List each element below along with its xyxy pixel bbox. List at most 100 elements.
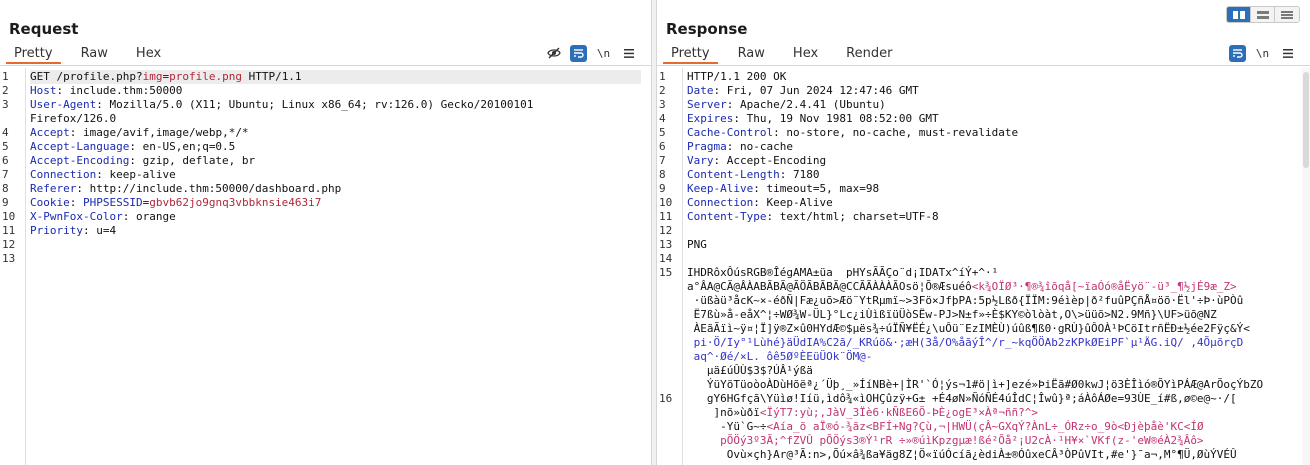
newline-toggle-icon[interactable]: \n [595,45,612,62]
code-text: pi·Ö/Iy°¹Lùhé}äÜdIA%C2ã/_KRúö&·;æH(3å/O%… [687,336,1244,349]
code-line[interactable]: ·üßàü³åcK~×-éðÑ|Fæ¿uõ>Æö¨YtRµmï~>3Fö×Jfþ… [687,294,1300,308]
code-line[interactable]: pÕÖý3º3Ã;^fZVÛ pÕÖýs3®Ý¹rR ÷»®úìKpzgµæ!ß… [687,434,1300,448]
request-tab-divider [0,65,651,66]
request-editor[interactable]: 1 2 3 4 5 6 7 8 9 10 11 12 13 GET /profile.php?img=p… [0,68,641,465]
code-line[interactable]: Vary: Accept-Encoding [687,154,1300,168]
header-key: Connection [687,196,754,209]
line-number: 4 [659,112,666,125]
header-key: Pragma [687,140,727,153]
code-line[interactable]: Date: Fri, 07 Jun 2024 12:47:46 GMT [687,84,1300,98]
code-text: a°ÂA@CÃ@ÂÀABÃBÃ@ÃÖÃBÃBÃ@CCÃÃÀÀÀÃOsö¦Õ®Æs… [687,280,972,293]
response-tab-divider [657,65,1310,66]
code-text: : Keep-Alive [753,196,833,209]
line-number: 7 [659,154,666,167]
line-number: 3 [2,98,9,111]
code-line[interactable]: PNG [687,238,1300,252]
wrap-icon[interactable] [570,44,587,62]
newline-toggle-icon[interactable]: \n [1254,45,1271,62]
code-line[interactable]: a°ÂA@CÃ@ÂÀABÃBÃ@ÃÖÃBÃBÃ@CCÃÃÀÀÀÃOsö¦Õ®Æs… [687,280,1300,294]
tab-hex[interactable]: Hex [779,44,832,64]
tab-render[interactable]: Render [832,44,906,64]
tab-pretty[interactable]: Pretty [0,44,67,64]
code-line[interactable]: aq^·Øé/×L. ôê5ØºÈEüÜOk¨ÖM@- [687,350,1300,364]
code-text: : [69,196,83,209]
code-line[interactable]: Referer: http://include.thm:50000/dashbo… [30,182,641,196]
line-number: 5 [659,126,666,139]
header-key: Priority [30,224,83,237]
code-text: ·üßàü³åcK~×-éðÑ|Fæ¿uõ>Æö¨YtRµmï~>3Fö×Jfþ… [687,294,1244,307]
split-horizontal-icon[interactable] [1227,7,1251,22]
code-line[interactable]: µä£úÛÙ$3$?ÚÂ¹ýßä [687,364,1300,378]
single-pane-icon[interactable] [1275,7,1299,22]
tab-pretty[interactable]: Pretty [657,44,724,64]
tab-hex[interactable]: Hex [122,44,175,64]
code-line[interactable]: Firefox/126.0 [30,112,641,126]
response-title: Response [666,20,748,38]
code-line[interactable]: pi·Ö/Iy°¹Lùhé}äÜdIA%C2ã/_KRúö&·;æH(3å/O%… [687,336,1300,350]
code-text: : http://include.thm:50000/dashboard.php [76,182,342,195]
code-line[interactable]: Pragma: no-cache [687,140,1300,154]
split-vertical-icon[interactable] [1251,7,1275,22]
code-line[interactable]: ÝüYõTüoòoÀDùHõëª¿´Üþ¸_»ÍíNBè+|ÌR'`Ó¦ýs¬1… [687,378,1300,392]
response-editor[interactable]: 1 2 3 4 5 6 7 8 9 10 11 12 13 14 15 16 HTTP/1.1 200 OK D… [657,68,1300,465]
code-line[interactable]: Accept-Language: en-US,en;q=0.5 [30,140,641,154]
code-line[interactable]: Priority: u=4 [30,224,641,238]
code-line[interactable]: ]nõ»ùðï<ÏýT7:yù;,JàV_3Ïè6·kÑßE6Õ-ÞÈ¿ogE³… [687,406,1300,420]
line-number: 2 [2,84,9,97]
line-number: 16 [659,392,673,405]
code-line[interactable]: GET /profile.php?img=profile.png HTTP/1.… [30,70,641,84]
line-number: 9 [659,182,666,195]
code-line[interactable]: Ë7ßù»å-eåX^¦÷WØ¾W-ÜL}°Lc¿iÙìßïüÜòSËw-PJ>… [687,308,1300,322]
tab-raw[interactable]: Raw [67,44,122,64]
request-toolbar: \n [545,44,637,62]
code-line[interactable]: gY6HGfçã\Yüìø!Iíü,ìdô¾«ìOHÇûzÿ+G± +É4øN»… [687,392,1300,406]
code-text: GET /profile.php? [30,70,143,83]
code-line[interactable]: Ovù×çh}Ar@³Ã:n>,Õú×â¾ßa¥äg8Z¦Ö«ïúÓcíã¿èd… [687,448,1300,462]
line-number: 4 [2,126,9,139]
code-line[interactable]: Accept-Encoding: gzip, deflate, br [30,154,641,168]
code-line[interactable]: IHDRôxÔúsRGB®ÎégAMA±üa pHYsÃÃÇo¨d¡IDATx^… [687,266,1300,280]
line-number: 10 [2,210,16,223]
header-key: Date [687,84,714,97]
header-key: Server [687,98,727,111]
code-line[interactable]: Host: include.thm:50000 [30,84,641,98]
code-line[interactable]: Expires: Thu, 19 Nov 1981 08:52:00 GMT [687,112,1300,126]
code-text: <ÏýT7:yù;,JàV_3Ïè6·kÑßE6Õ-ÞÈ¿ogE³×Àª¬ññ?… [759,406,1039,419]
tab-raw[interactable]: Raw [724,44,779,64]
menu-icon[interactable] [1279,45,1296,62]
code-line[interactable]: Server: Apache/2.4.41 (Ubuntu) [687,98,1300,112]
code-line[interactable]: ÀEãÃïì~ÿ¤¦Ï]ÿ®Z×û0HYdÆ©$µës¾÷úÏÑ¥ËÉ¿\uÔü… [687,322,1300,336]
header-key: Keep-Alive [687,182,754,195]
code-line[interactable]: -Yü`G~÷<Aía_õ aÏ®ó-¾ãz<BFÍ+Ng?Çù,¬|HWÜ(ç… [687,420,1300,434]
response-toolbar: \n [1229,44,1296,62]
code-line[interactable]: Keep-Alive: timeout=5, max=98 [687,182,1300,196]
header-key: Expires [687,112,734,125]
code-line[interactable]: Cache-Control: no-store, no-cache, must-… [687,126,1300,140]
menu-icon[interactable] [620,45,637,62]
eye-off-icon[interactable] [545,45,562,62]
code-text: : en-US,en;q=0.5 [129,140,236,153]
code-text: : gzip, deflate, br [129,154,256,167]
code-line[interactable]: Content-Type: text/html; charset=UTF-8 [687,210,1300,224]
code-line[interactable]: User-Agent: Mozilla/5.0 (X11; Ubuntu; Li… [30,98,641,112]
code-text: : 7180 [779,168,820,181]
scroll-thumb[interactable] [1303,72,1309,168]
code-text: : include.thm:50000 [56,84,183,97]
header-key: Vary [687,154,714,167]
code-line[interactable]: X-PwnFox-Color: orange [30,210,641,224]
code-line[interactable]: HTTP/1.1 200 OK [687,70,1300,84]
code-line[interactable]: Connection: Keep-Alive [687,196,1300,210]
wrap-icon[interactable] [1229,44,1246,62]
code-line[interactable]: Content-Length: 7180 [687,168,1300,182]
code-line[interactable]: Connection: keep-alive [30,168,641,182]
header-key: Content-Type [687,210,767,223]
code-line[interactable]: Cookie: PHPSESSID=gbvb62jo9gnq3vbbknsie4… [30,196,641,210]
code-text: <k¾OÏØ³·¶®¾îõqå[~ïaÓó®åËyö¨-ü³_¶½jÉ9æ_Z> [971,280,1237,293]
code-text: HTTP/1.1 [241,70,302,83]
code-text: Firefox/126.0 [30,112,117,125]
code-line[interactable]: Accept: image/avif,image/webp,*/* [30,126,641,140]
response-scrollbar[interactable] [1302,68,1310,465]
line-number: 5 [2,140,9,153]
header-key: User-Agent [30,98,97,111]
code-text: : Fri, 07 Jun 2024 12:47:46 GMT [713,84,919,97]
